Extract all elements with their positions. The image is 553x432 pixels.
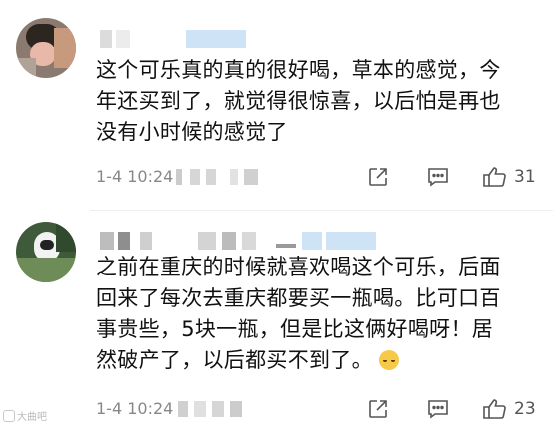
- share-button[interactable]: [367, 166, 389, 188]
- comment-list: 这个可乐真的真的很好喝，草本的感觉，今 年还买到了，就觉得很惊喜，以后怕是再也 …: [0, 0, 553, 432]
- location-blurred: [212, 401, 224, 417]
- comment-line: 年还买到了，就觉得很惊喜，以后怕是再也: [96, 89, 501, 113]
- location-blurred: [176, 169, 182, 185]
- location-blurred: [206, 169, 216, 185]
- comment-text: 这个可乐真的真的很好喝，草本的感觉，今 年还买到了，就觉得很惊喜，以后怕是再也 …: [96, 55, 536, 148]
- comment-item: 这个可乐真的真的很好喝，草本的感觉，今 年还买到了，就觉得很惊喜，以后怕是再也 …: [0, 0, 553, 210]
- avatar[interactable]: [16, 222, 76, 282]
- location-blurred: [194, 401, 206, 417]
- thumbs-up-icon: [483, 399, 506, 419]
- location-blurred: [190, 169, 200, 185]
- reply-button[interactable]: [426, 166, 450, 188]
- timestamp: 1-4 10:24: [96, 399, 174, 418]
- location-blurred: [230, 401, 242, 417]
- comment-line: 回来了每次去重庆都要买一瓶喝。比可口百: [96, 286, 501, 310]
- comment-line: 没有小时候的感觉了: [96, 120, 288, 144]
- watermark: 大曲吧: [3, 410, 47, 425]
- watermark-text: 大曲吧: [17, 412, 47, 423]
- location-blurred: [178, 401, 188, 417]
- like-button[interactable]: 31: [482, 166, 542, 188]
- comment-line-text: 然破产了，以后都买不到了。: [96, 348, 373, 372]
- share-icon: [369, 168, 387, 186]
- reply-button[interactable]: [426, 398, 450, 420]
- comment-line: 之前在重庆的时候就喜欢喝这个可乐，后面: [96, 255, 501, 279]
- comment-line: 然破产了，以后都买不到了。: [96, 345, 536, 376]
- comment-line: 事贵些，5块一瓶，但是比这俩好喝呀！居: [96, 317, 494, 341]
- avatar[interactable]: [16, 18, 76, 78]
- comment-text: 之前在重庆的时候就喜欢喝这个可乐，后面 回来了每次去重庆都要买一瓶喝。比可口百 …: [96, 252, 536, 376]
- location-blurred: [230, 169, 238, 185]
- crying-face-icon: [378, 350, 399, 370]
- comment-icon: [428, 400, 448, 419]
- share-icon: [369, 400, 387, 418]
- comment-item: 之前在重庆的时候就喜欢喝这个可乐，后面 回来了每次去重庆都要买一瓶喝。比可口百 …: [0, 210, 553, 432]
- location-blurred: [244, 169, 258, 185]
- like-button[interactable]: 23: [482, 398, 542, 420]
- timestamp: 1-4 10:24: [96, 167, 174, 186]
- watermark-logo-icon: [3, 410, 15, 422]
- share-button[interactable]: [367, 398, 389, 420]
- comment-icon: [428, 168, 448, 187]
- like-count: 23: [514, 399, 536, 419]
- like-count: 31: [514, 167, 536, 187]
- thumbs-up-icon: [483, 167, 506, 187]
- comment-line: 这个可乐真的真的很好喝，草本的感觉，今: [96, 58, 501, 82]
